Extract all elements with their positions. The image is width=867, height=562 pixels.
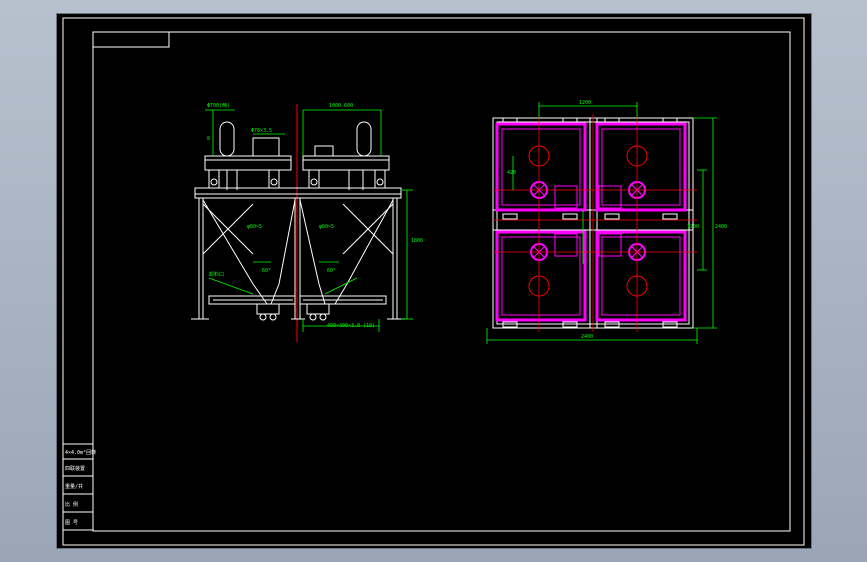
- dim-plan-top: 1200: [579, 100, 591, 106]
- title-row-4: 图 号: [65, 520, 78, 526]
- dim-plan-bottom: 2400: [581, 334, 593, 340]
- title-row-2: 重量/共: [65, 483, 83, 490]
- corner-label-box: [92, 31, 170, 48]
- steel-frame: [191, 187, 405, 320]
- dim-angle-right: 60°: [327, 268, 336, 274]
- title-row-0: 4×4.0m²回转: [65, 449, 96, 456]
- front-dimension-labels: Φ700(两) 1000 600 Φ76×3.5 8 1800 φ60×5 φ6…: [207, 103, 423, 329]
- cad-drawing-canvas[interactable]: 4×4.0m²回转 四联装置 重量/共 比 例 图 号 Φ700(两) 1000…: [57, 14, 811, 548]
- plan-hopper-cells: [495, 122, 687, 322]
- dim-plan-right-outer: 2400: [715, 224, 727, 230]
- front-view: Φ700(两) 1000 600 Φ76×3.5 8 1800 φ60×5 φ6…: [191, 103, 423, 342]
- plan-centerlines: [493, 114, 697, 332]
- plan-discharge-circles: [528, 145, 648, 297]
- plan-view: 1200 2400 2400 1200 420: [486, 100, 727, 344]
- dim-plan-right-inner: 1200: [687, 224, 699, 230]
- title-block: 4×4.0m²回转 四联装置 重量/共 比 例 图 号: [62, 443, 96, 531]
- dim-top-left: Φ700(两): [207, 103, 230, 109]
- cad-viewport[interactable]: 4×4.0m²回转 四联装置 重量/共 比 例 图 号 Φ700(两) 1000…: [56, 13, 812, 549]
- dim-pipe: Φ76×3.5: [251, 128, 272, 134]
- dim-outlet: 卸料口: [209, 271, 224, 278]
- dim-plan-left-small: 420: [507, 170, 516, 176]
- dim-side: 8: [207, 136, 210, 142]
- title-row-1: 四联装置: [65, 465, 85, 472]
- dim-bottom: 400×400×3.0 (10): [327, 323, 375, 329]
- dim-hopper-right: φ60×5: [319, 224, 334, 230]
- hoppers: [202, 199, 394, 321]
- dim-height: 1800: [411, 238, 423, 244]
- dim-top-right: 1000 600: [329, 103, 353, 109]
- dim-angle-left: 60°: [262, 268, 271, 274]
- dim-hopper-left: φ60×5: [247, 224, 262, 230]
- title-row-3: 比 例: [65, 501, 78, 508]
